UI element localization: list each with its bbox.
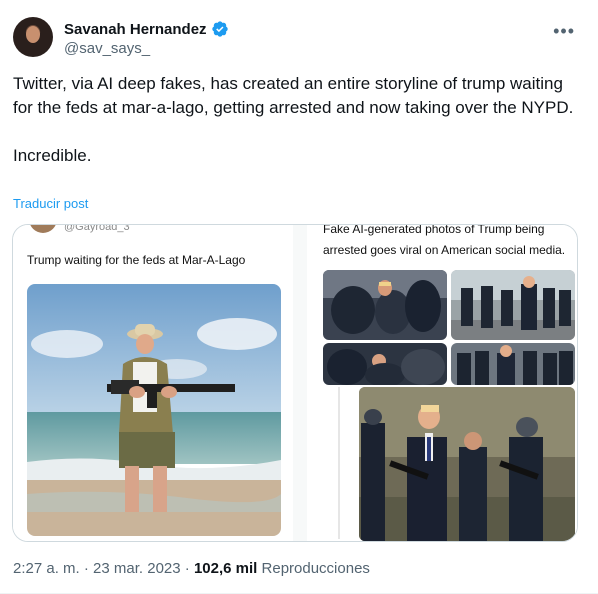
photo-arrest-1[interactable] [323, 270, 447, 340]
author-avatar[interactable] [13, 17, 53, 57]
media-panel-left: @Gayroad_3 Trump waiting for the feds at… [13, 224, 293, 541]
more-options-icon[interactable]: ••• [553, 21, 575, 42]
right-caption-line-1: Fake AI-generated photos of Trump being [323, 224, 545, 236]
views-count: 102,6 mil [193, 560, 258, 577]
photo-arrest-3[interactable] [323, 343, 447, 385]
meta-separator: · [83, 560, 89, 577]
media-divider [293, 225, 307, 541]
media-panel-right: Fake AI-generated photos of Trump being … [307, 225, 577, 541]
tweet-time[interactable]: 2:27 a. m. [13, 560, 80, 577]
photo-arrest-4[interactable] [451, 343, 575, 385]
right-image-caption: Fake AI-generated photos of Trump being … [323, 225, 573, 259]
tweet-media-card[interactable]: @Gayroad_3 Trump waiting for the feds at… [12, 224, 578, 542]
translate-link[interactable]: Traducir post [13, 196, 88, 211]
photo-trump-running-with-police[interactable] [359, 387, 575, 541]
author-handle[interactable]: @sav_says_ [64, 40, 150, 57]
views-label: Reproducciones [261, 560, 370, 577]
author-name-row[interactable]: Savanah Hernandez [64, 20, 229, 38]
tweet-text: Twitter, via AI deep fakes, has created … [13, 74, 574, 165]
embedded-avatar [29, 225, 57, 233]
author-display-name[interactable]: Savanah Hernandez [64, 21, 207, 38]
meta-separator-2: · [184, 560, 190, 577]
tweet-meta: 2:27 a. m. · 23 mar. 2023 · 102,6 mil Re… [13, 560, 370, 577]
left-image-caption: Trump waiting for the feds at Mar-A-Lago [27, 253, 246, 267]
verified-badge-icon [211, 20, 229, 38]
right-caption-line-2: arrested goes viral on American social m… [323, 243, 566, 257]
thread-line [338, 387, 340, 539]
photo-arrest-2[interactable] [451, 270, 575, 340]
tweet-header: Savanah Hernandez @sav_says_ ••• [13, 17, 585, 61]
tweet-date[interactable]: 23 mar. 2023 [93, 560, 181, 577]
photo-man-with-rifle-on-beach[interactable] [27, 284, 281, 536]
embedded-handle: @Gayroad_3 [64, 224, 130, 233]
